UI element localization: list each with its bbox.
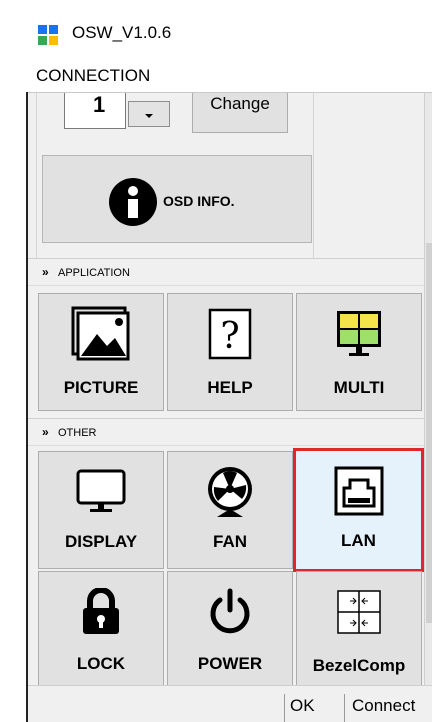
window-title: OSW_V1.0.6 xyxy=(72,23,172,42)
title-bar: OSW_V1.0.6 xyxy=(0,0,432,60)
double-chevron-down-icon: » xyxy=(42,425,49,439)
multi-screen-icon xyxy=(297,304,421,364)
id-number-field[interactable]: 1 xyxy=(64,93,126,129)
change-button[interactable]: Change xyxy=(192,93,288,133)
lock-icon xyxy=(39,582,163,642)
tile-power-label: POWER xyxy=(197,654,263,673)
status-connection: Connect xyxy=(352,696,416,715)
tile-lan[interactable]: LAN xyxy=(293,448,424,572)
menu-connection[interactable]: CONNECTION xyxy=(36,66,150,86)
section-application-label: APPLICATION xyxy=(58,267,130,279)
status-divider xyxy=(344,694,345,722)
power-icon xyxy=(168,582,292,642)
picture-icon xyxy=(39,304,163,364)
section-header-other[interactable]: » OTHER xyxy=(28,418,424,446)
control-panel: 1 Change OSD INFO. » APPLICATION PICTURE… xyxy=(28,93,424,685)
fan-icon xyxy=(168,462,292,522)
section-other-label: OTHER xyxy=(58,427,97,439)
tile-power[interactable]: POWER xyxy=(167,571,293,685)
tile-help[interactable]: ? HELP xyxy=(167,293,293,411)
tile-help-label: HELP xyxy=(207,378,253,397)
menu-bar: CONNECTION xyxy=(0,60,432,92)
status-result: OK xyxy=(290,696,315,715)
ethernet-icon xyxy=(296,461,421,521)
tile-lock[interactable]: LOCK xyxy=(38,571,164,685)
tile-bezelcomp-label: BezelComp xyxy=(312,656,406,675)
id-dropdown-button[interactable] xyxy=(128,101,170,127)
tile-display[interactable]: DISPLAY xyxy=(38,451,164,569)
status-divider xyxy=(284,694,285,722)
section-header-application[interactable]: » APPLICATION xyxy=(28,258,424,286)
tile-lan-label: LAN xyxy=(341,531,376,550)
status-bar: OK Connect xyxy=(28,685,432,722)
tile-fan[interactable]: FAN xyxy=(167,451,293,569)
tile-multi[interactable]: MULTI xyxy=(296,293,422,411)
tile-display-label: DISPLAY xyxy=(64,532,138,551)
monitor-icon xyxy=(39,462,163,522)
tile-bezelcomp[interactable]: BezelComp xyxy=(296,571,422,685)
double-chevron-down-icon: » xyxy=(42,265,49,279)
osd-info-button[interactable]: OSD INFO. xyxy=(42,155,312,243)
scrollbar-thumb[interactable] xyxy=(426,243,432,623)
vertical-scrollbar[interactable] xyxy=(424,93,432,685)
help-icon: ? xyxy=(168,304,292,364)
app-logo-icon xyxy=(38,25,58,45)
tile-fan-label: FAN xyxy=(213,532,247,551)
tile-picture[interactable]: PICTURE xyxy=(38,293,164,411)
tile-multi-label: MULTI xyxy=(333,378,385,397)
bezel-grid-icon xyxy=(297,582,421,642)
svg-text:?: ? xyxy=(220,316,239,357)
osd-info-label: OSD INFO. xyxy=(163,193,235,209)
info-icon xyxy=(109,178,157,226)
tile-lock-label: LOCK xyxy=(76,654,126,673)
tile-picture-label: PICTURE xyxy=(63,378,139,397)
